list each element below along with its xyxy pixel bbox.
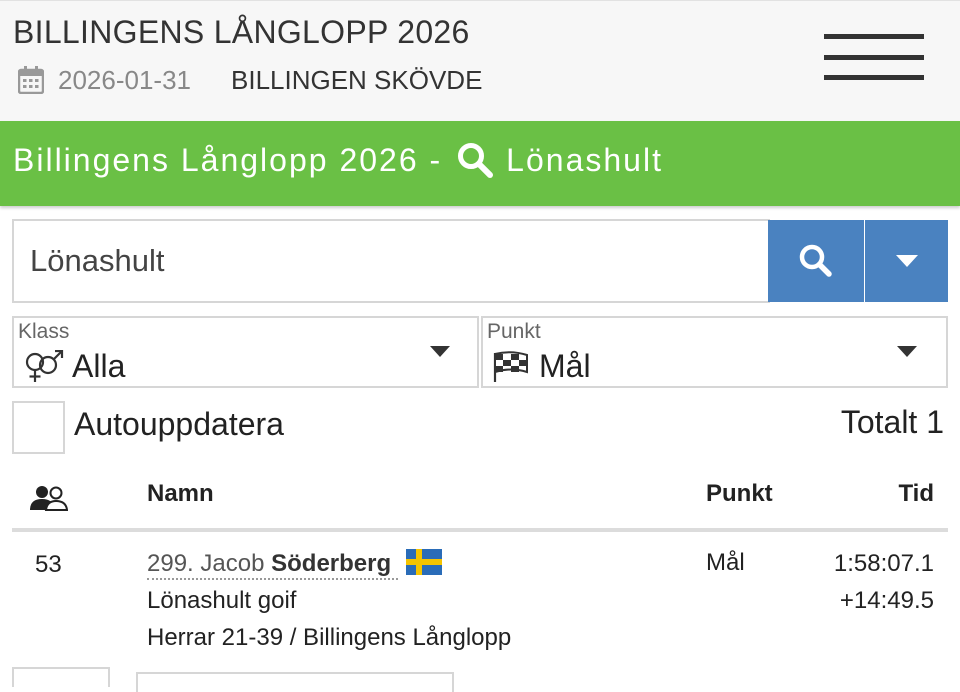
participant-link[interactable]: 299. Jacob Söderberg (147, 550, 398, 580)
search-icon (458, 143, 494, 178)
event-title: BILLINGENS LÅNGLOPP 2026 (13, 14, 470, 50)
checkered-flag-icon (493, 350, 528, 382)
result-time-diff: +14:49.5 (839, 587, 934, 614)
event-meta: 2026-01-31 BILLINGEN SKÖVDE (18, 63, 482, 97)
chevron-down-icon (897, 346, 917, 357)
page-banner: Billingens Långlopp 2026 - Lönashult (0, 121, 960, 206)
calendar-icon (18, 66, 44, 94)
search-icon (799, 244, 832, 277)
pagination-control[interactable] (12, 667, 110, 687)
result-bib: 299. (147, 550, 194, 577)
result-name-line: 299. Jacob Söderberg (147, 549, 442, 580)
result-club: Lönashult goif (147, 587, 297, 614)
search-input[interactable] (14, 221, 768, 301)
class-select[interactable]: Klass Alla (12, 316, 479, 388)
column-header-point[interactable]: Punkt (706, 480, 773, 508)
result-time: 1:58:07.1 (833, 550, 934, 577)
column-header-time[interactable]: Tid (898, 480, 934, 508)
search-button[interactable] (768, 220, 864, 302)
banner-prefix: Billingens Långlopp 2026 - (13, 141, 443, 178)
result-last-name: Söderberg (271, 550, 392, 577)
event-date: 2026-01-31 (58, 64, 191, 95)
point-label: Punkt (487, 320, 541, 343)
class-label: Klass (18, 320, 70, 343)
result-point: Mål (706, 549, 745, 576)
result-class: Herrar 21-39 / Billingens Långlopp (147, 624, 512, 651)
pagination-control[interactable] (136, 672, 454, 692)
participants-icon (30, 486, 68, 511)
search-options-dropdown[interactable] (865, 220, 948, 302)
column-header-name[interactable]: Namn (147, 480, 214, 508)
auto-update-label[interactable]: Autouppdatera (74, 406, 284, 443)
point-select[interactable]: Punkt Mål (481, 316, 948, 388)
hamburger-menu-icon[interactable] (824, 31, 924, 85)
class-value-text: Alla (72, 348, 126, 384)
gender-icon (25, 349, 64, 382)
auto-update-checkbox[interactable] (12, 401, 65, 454)
banner-title: Billingens Långlopp 2026 - Lönashult (13, 141, 663, 179)
table-header-divider (12, 528, 948, 532)
caret-down-icon (895, 255, 918, 267)
total-count: Totalt 1 (840, 404, 944, 440)
chevron-down-icon (430, 346, 450, 357)
result-place: 53 (35, 551, 62, 578)
banner-search-term: Lönashult (506, 141, 663, 178)
sweden-flag-icon (405, 549, 442, 575)
result-first-name: Jacob (200, 550, 265, 577)
point-value: Mål (491, 348, 591, 385)
app-header: BILLINGENS LÅNGLOPP 2026 2026-01-31 BILL… (0, 0, 960, 121)
class-value: Alla (22, 348, 125, 385)
search-field[interactable] (12, 219, 770, 303)
event-location: BILLINGEN SKÖVDE (231, 64, 483, 95)
point-value-text: Mål (539, 348, 591, 384)
